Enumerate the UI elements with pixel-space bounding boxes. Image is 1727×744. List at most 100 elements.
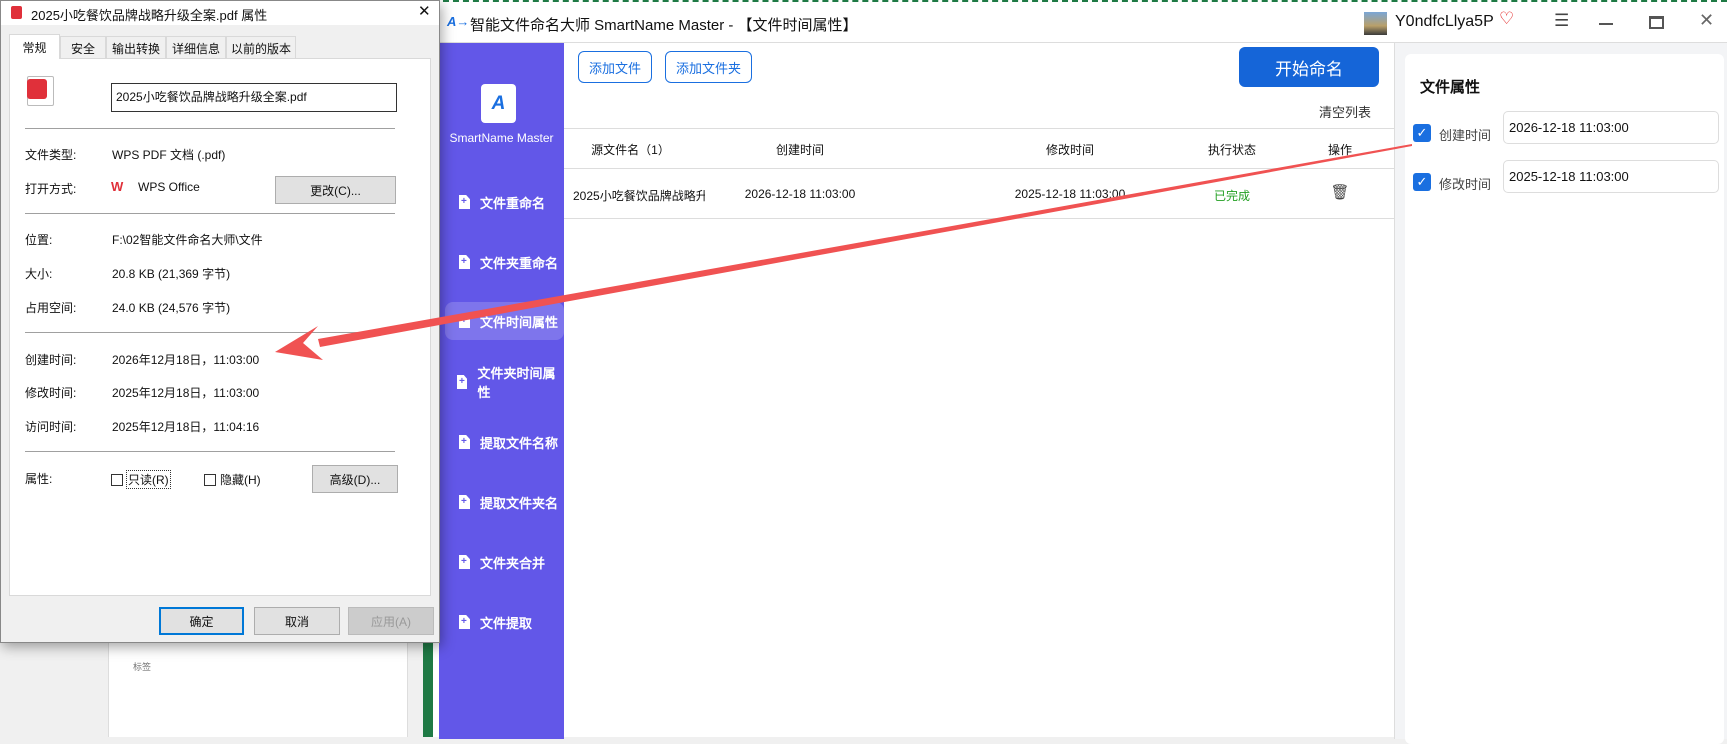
nav-extract-foldername[interactable]: 提取文件夹名 (445, 483, 564, 521)
created-time-checkbox[interactable]: ✓ (1413, 124, 1431, 142)
file-icon (459, 255, 470, 269)
app-titlebar: A→ 智能文件命名大师 SmartName Master - 【文件时间属性】 … (433, 2, 1727, 43)
dialog-close-button[interactable]: ✕ (418, 2, 431, 20)
modified-time-checkbox[interactable]: ✓ (1413, 173, 1431, 191)
accessed-value: 2025年12月18日，11:04:16 (112, 420, 260, 434)
tab-output[interactable]: 输出转换 (106, 36, 166, 59)
clear-list-button[interactable]: 清空列表 (1319, 102, 1371, 121)
divider (564, 128, 1394, 129)
divider (25, 332, 395, 333)
size-value: 20.8 KB (21,369 字节) (112, 267, 231, 281)
nav-file-time[interactable]: 文件时间属性 (445, 302, 564, 340)
modified-value: 2025年12月18日，11:03:00 (112, 386, 260, 400)
row-modified: 2025-12-18 11:03:00 (1014, 187, 1126, 201)
tab-general[interactable]: 常规 (9, 34, 60, 59)
row-filename: 2025小吃餐饮品牌战略升级全案.pdf (573, 189, 705, 203)
hidden-label[interactable]: 隐藏(H) (220, 471, 261, 488)
tab-details[interactable]: 详细信息 (166, 36, 226, 59)
user-name[interactable]: Y0ndfcLlya5P (1395, 13, 1494, 31)
hidden-checkbox[interactable] (204, 474, 216, 486)
smartname-app-window: A→ 智能文件命名大师 SmartName Master - 【文件时间属性】 … (433, 0, 1727, 744)
nav-label: 提取文件夹名 (480, 495, 559, 511)
nav-file-rename[interactable]: 文件重命名 (445, 183, 564, 221)
divider (564, 168, 1394, 169)
file-type-icon (27, 76, 54, 106)
logo-text: SmartName Master (449, 131, 554, 145)
vip-gem-icon[interactable]: ♡ (1499, 9, 1514, 29)
nav-label: 文件夹重命名 (480, 255, 559, 271)
properties-dialog: 2025小吃餐饮品牌战略升级全案.pdf 属性 ✕ 常规 安全 输出转换 详细信… (0, 0, 440, 643)
nav-folder-rename[interactable]: 文件夹重命名 (445, 243, 564, 281)
nav-label: 文件夹合并 (480, 555, 546, 571)
open-with-label: 打开方式: (25, 182, 77, 196)
apply-button[interactable]: 应用(A) (348, 607, 434, 635)
file-icon (459, 495, 470, 509)
tab-security[interactable]: 安全 (60, 36, 106, 59)
tab-previous-versions[interactable]: 以前的版本 (226, 36, 296, 59)
col-header-source: 源文件名（1） (591, 143, 670, 157)
created-value: 2026年12月18日，11:03:00 (112, 353, 260, 367)
divider (25, 451, 395, 452)
nav-file-extract[interactable]: 文件提取 (445, 603, 564, 641)
attributes-card: 文件属性 ✓ 创建时间 2026-12-18 11:03:00 ✓ 修改时间 2… (1405, 54, 1724, 744)
sidebar: A SmartName Master 文件重命名 文件夹重命名 文件时间属性 文… (439, 43, 564, 739)
divider (25, 213, 395, 214)
nav-label: 文件时间属性 (480, 314, 559, 330)
close-button[interactable]: ✕ (1699, 10, 1714, 31)
advanced-button[interactable]: 高级(D)... (312, 465, 398, 493)
dialog-title: 2025小吃餐饮品牌战略升级全案.pdf 属性 (31, 8, 268, 23)
disk-size-value: 24.0 KB (24,576 字节) (112, 301, 231, 315)
col-header-created: 创建时间 (775, 143, 824, 157)
divider (564, 218, 1394, 219)
background-doc-text: 标签 (133, 662, 152, 672)
col-header-modified: 修改时间 (1045, 143, 1094, 157)
type-label: 文件类型: (25, 148, 77, 162)
nav-extract-filename[interactable]: 提取文件名称 (445, 423, 564, 461)
created-time-input[interactable]: 2026-12-18 11:03:00 (1503, 111, 1719, 144)
attributes-label: 属性: (25, 472, 53, 486)
menu-icon[interactable]: ☰ (1554, 11, 1569, 31)
row-created: 2026-12-18 11:03:00 (744, 187, 856, 201)
minimize-button[interactable] (1599, 23, 1613, 25)
col-header-status: 执行状态 (1207, 143, 1256, 157)
modified-label: 修改时间: (25, 386, 77, 400)
location-label: 位置: (25, 233, 53, 247)
panel-title: 文件属性 (1420, 79, 1481, 96)
location-value: F:\02智能文件命名大师\文件 (112, 233, 263, 247)
app-title: 智能文件命名大师 SmartName Master - 【文件时间属性】 (470, 17, 858, 34)
pdf-icon (11, 6, 22, 19)
col-header-action: 操作 (1327, 143, 1352, 157)
size-label: 大小: (25, 267, 53, 281)
type-value: WPS PDF 文档 (.pdf) (112, 148, 226, 162)
change-button[interactable]: 更改(C)... (275, 176, 396, 204)
file-icon (459, 435, 470, 449)
divider (25, 128, 395, 129)
ok-button[interactable]: 确定 (159, 607, 244, 635)
nav-folder-merge[interactable]: 文件夹合并 (445, 543, 564, 581)
start-rename-button[interactable]: 开始命名 (1239, 47, 1379, 87)
row-status: 已完成 (1213, 189, 1250, 203)
add-file-button[interactable]: 添加文件 (578, 51, 652, 83)
open-with-value: WPS Office (138, 180, 200, 194)
trash-icon[interactable]: 🗑 (1330, 183, 1350, 201)
file-icon (459, 615, 470, 629)
general-pane (9, 58, 431, 596)
logo-icon: A (481, 84, 516, 123)
file-icon (459, 314, 470, 328)
file-icon (457, 375, 468, 389)
file-icon (459, 555, 470, 569)
modified-time-input[interactable]: 2025-12-18 11:03:00 (1503, 160, 1719, 193)
app-icon: A→ (447, 14, 470, 29)
user-avatar[interactable] (1364, 12, 1387, 35)
readonly-label[interactable]: 只读(R) (126, 470, 171, 489)
add-folder-button[interactable]: 添加文件夹 (665, 51, 752, 83)
filename-input[interactable]: 2025小吃餐饮品牌战略升级全案.pdf (111, 83, 397, 112)
file-attributes-panel: 文件属性 ✓ 创建时间 2026-12-18 11:03:00 ✓ 修改时间 2… (1394, 43, 1727, 744)
nav-folder-time[interactable]: 文件夹时间属性 (445, 363, 564, 401)
readonly-checkbox[interactable] (111, 474, 123, 486)
nav-label: 提取文件名称 (480, 435, 559, 451)
cancel-button[interactable]: 取消 (254, 607, 340, 635)
dialog-titlebar: 2025小吃餐饮品牌战略升级全案.pdf 属性 ✕ (1, 1, 439, 25)
maximize-button[interactable] (1649, 16, 1664, 29)
nav-label: 文件夹时间属性 (477, 366, 556, 400)
